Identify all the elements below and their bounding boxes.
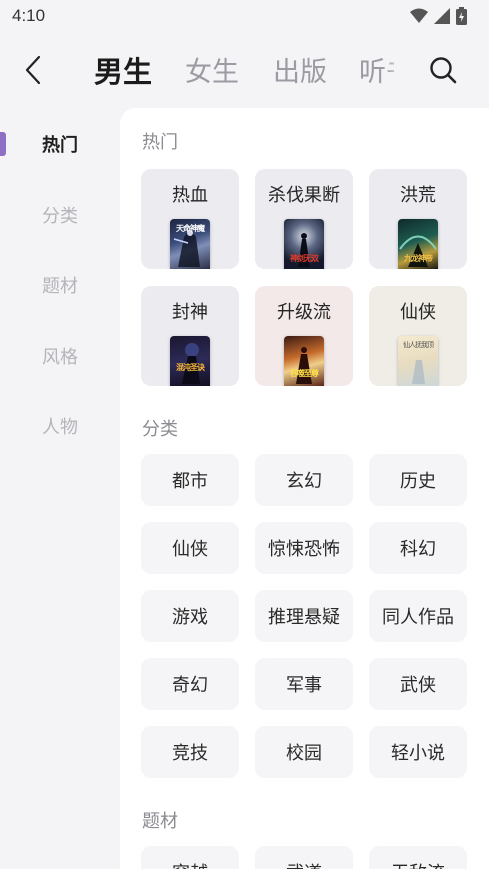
sidebar-item-hot[interactable]: 热门	[0, 124, 120, 164]
hot-card[interactable]: 仙侠 仙人抚我顶	[369, 286, 467, 386]
chevron-left-icon	[25, 55, 41, 85]
battery-icon	[456, 7, 467, 25]
sidebar-item-theme[interactable]: 题材	[0, 265, 120, 305]
category-chip[interactable]: 军事	[255, 658, 353, 710]
cover-title: 九龙神帝	[404, 254, 433, 263]
sidebar-item-character[interactable]: 人物	[0, 406, 120, 446]
hot-card-label: 洪荒	[400, 185, 436, 206]
sidebar-item-style[interactable]: 风格	[0, 336, 120, 376]
hot-card-label: 杀伐果断	[268, 185, 340, 206]
hot-card[interactable]: 封神 混沌圣诀	[141, 286, 239, 386]
hot-card[interactable]: 洪荒 九龙神帝	[369, 169, 467, 269]
hot-card[interactable]: 杀伐果断 神剑无双	[255, 169, 353, 269]
category-chip[interactable]: 历史	[369, 454, 467, 506]
cover-title: 神剑无双	[290, 254, 319, 263]
theme-chip[interactable]: 武道	[255, 846, 353, 869]
section-title-theme: 题材	[142, 811, 178, 832]
category-chip[interactable]: 武侠	[369, 658, 467, 710]
book-cover-image: 九龙神帝	[398, 219, 438, 269]
status-time: 4:10	[12, 6, 46, 25]
top-navigation: 男生 女生 出版 听书	[0, 40, 489, 100]
section-title-category: 分类	[142, 419, 178, 440]
back-button[interactable]	[18, 52, 48, 88]
category-chip[interactable]: 同人作品	[369, 590, 467, 642]
cover-title: 天命神魔	[176, 224, 205, 233]
category-chip[interactable]: 都市	[141, 454, 239, 506]
hot-card-label: 仙侠	[400, 302, 436, 323]
category-chip[interactable]: 科幻	[369, 522, 467, 574]
theme-chip[interactable]: 无敌流	[369, 846, 467, 869]
book-cover-image: 神剑无双	[284, 219, 324, 269]
hot-card[interactable]: 热血 天命神魔	[141, 169, 239, 269]
tab-audio[interactable]: 听书	[359, 50, 394, 89]
tab-publish[interactable]: 出版	[273, 50, 327, 89]
tab-male[interactable]: 男生	[94, 49, 152, 91]
category-chip[interactable]: 轻小说	[369, 726, 467, 778]
book-cover-image: 仙人抚我顶	[398, 336, 438, 386]
category-chip[interactable]: 奇幻	[141, 658, 239, 710]
book-cover-image: 天命神魔	[170, 219, 210, 269]
category-chip[interactable]: 校园	[255, 726, 353, 778]
tab-female[interactable]: 女生	[185, 50, 239, 89]
main-panel: 热门 热血 天命神魔 杀伐果断 神剑无双 洪荒 九龙神帝 封神 混沌圣诀 升级流	[120, 108, 489, 869]
category-chip[interactable]: 玄幻	[255, 454, 353, 506]
status-icons	[410, 7, 467, 25]
category-chip[interactable]: 竞技	[141, 726, 239, 778]
hot-card-label: 升级流	[277, 302, 331, 323]
cover-title: 仙人抚我顶	[403, 341, 434, 349]
hot-card[interactable]: 升级流 吞噬至尊	[255, 286, 353, 386]
cover-title: 吞噬至尊	[290, 369, 319, 378]
search-icon	[430, 57, 457, 84]
wifi-icon	[410, 8, 428, 23]
book-cover-image: 混沌圣诀	[170, 336, 210, 386]
theme-chip[interactable]: 穿越	[141, 846, 239, 869]
signal-icon	[434, 8, 450, 24]
search-button[interactable]	[425, 52, 461, 88]
hot-card-label: 封神	[172, 302, 208, 323]
status-bar: 4:10	[0, 0, 489, 34]
book-cover-image: 吞噬至尊	[284, 336, 324, 386]
section-title-hot: 热门	[142, 132, 178, 153]
channel-tabs: 男生 女生 出版 听书	[94, 40, 394, 100]
cover-title: 混沌圣诀	[176, 363, 205, 372]
hot-card-label: 热血	[172, 185, 208, 206]
category-chip[interactable]: 游戏	[141, 590, 239, 642]
sidebar-item-category[interactable]: 分类	[0, 195, 120, 235]
category-chip[interactable]: 仙侠	[141, 522, 239, 574]
category-chip[interactable]: 惊悚恐怖	[255, 522, 353, 574]
category-chip[interactable]: 推理悬疑	[255, 590, 353, 642]
